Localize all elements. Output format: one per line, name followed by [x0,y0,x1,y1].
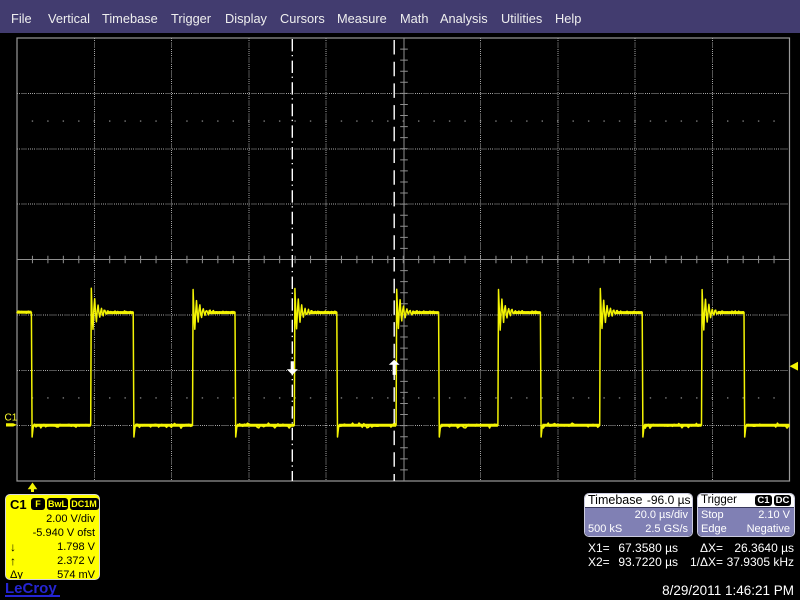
svg-text:C1: C1 [5,413,18,424]
